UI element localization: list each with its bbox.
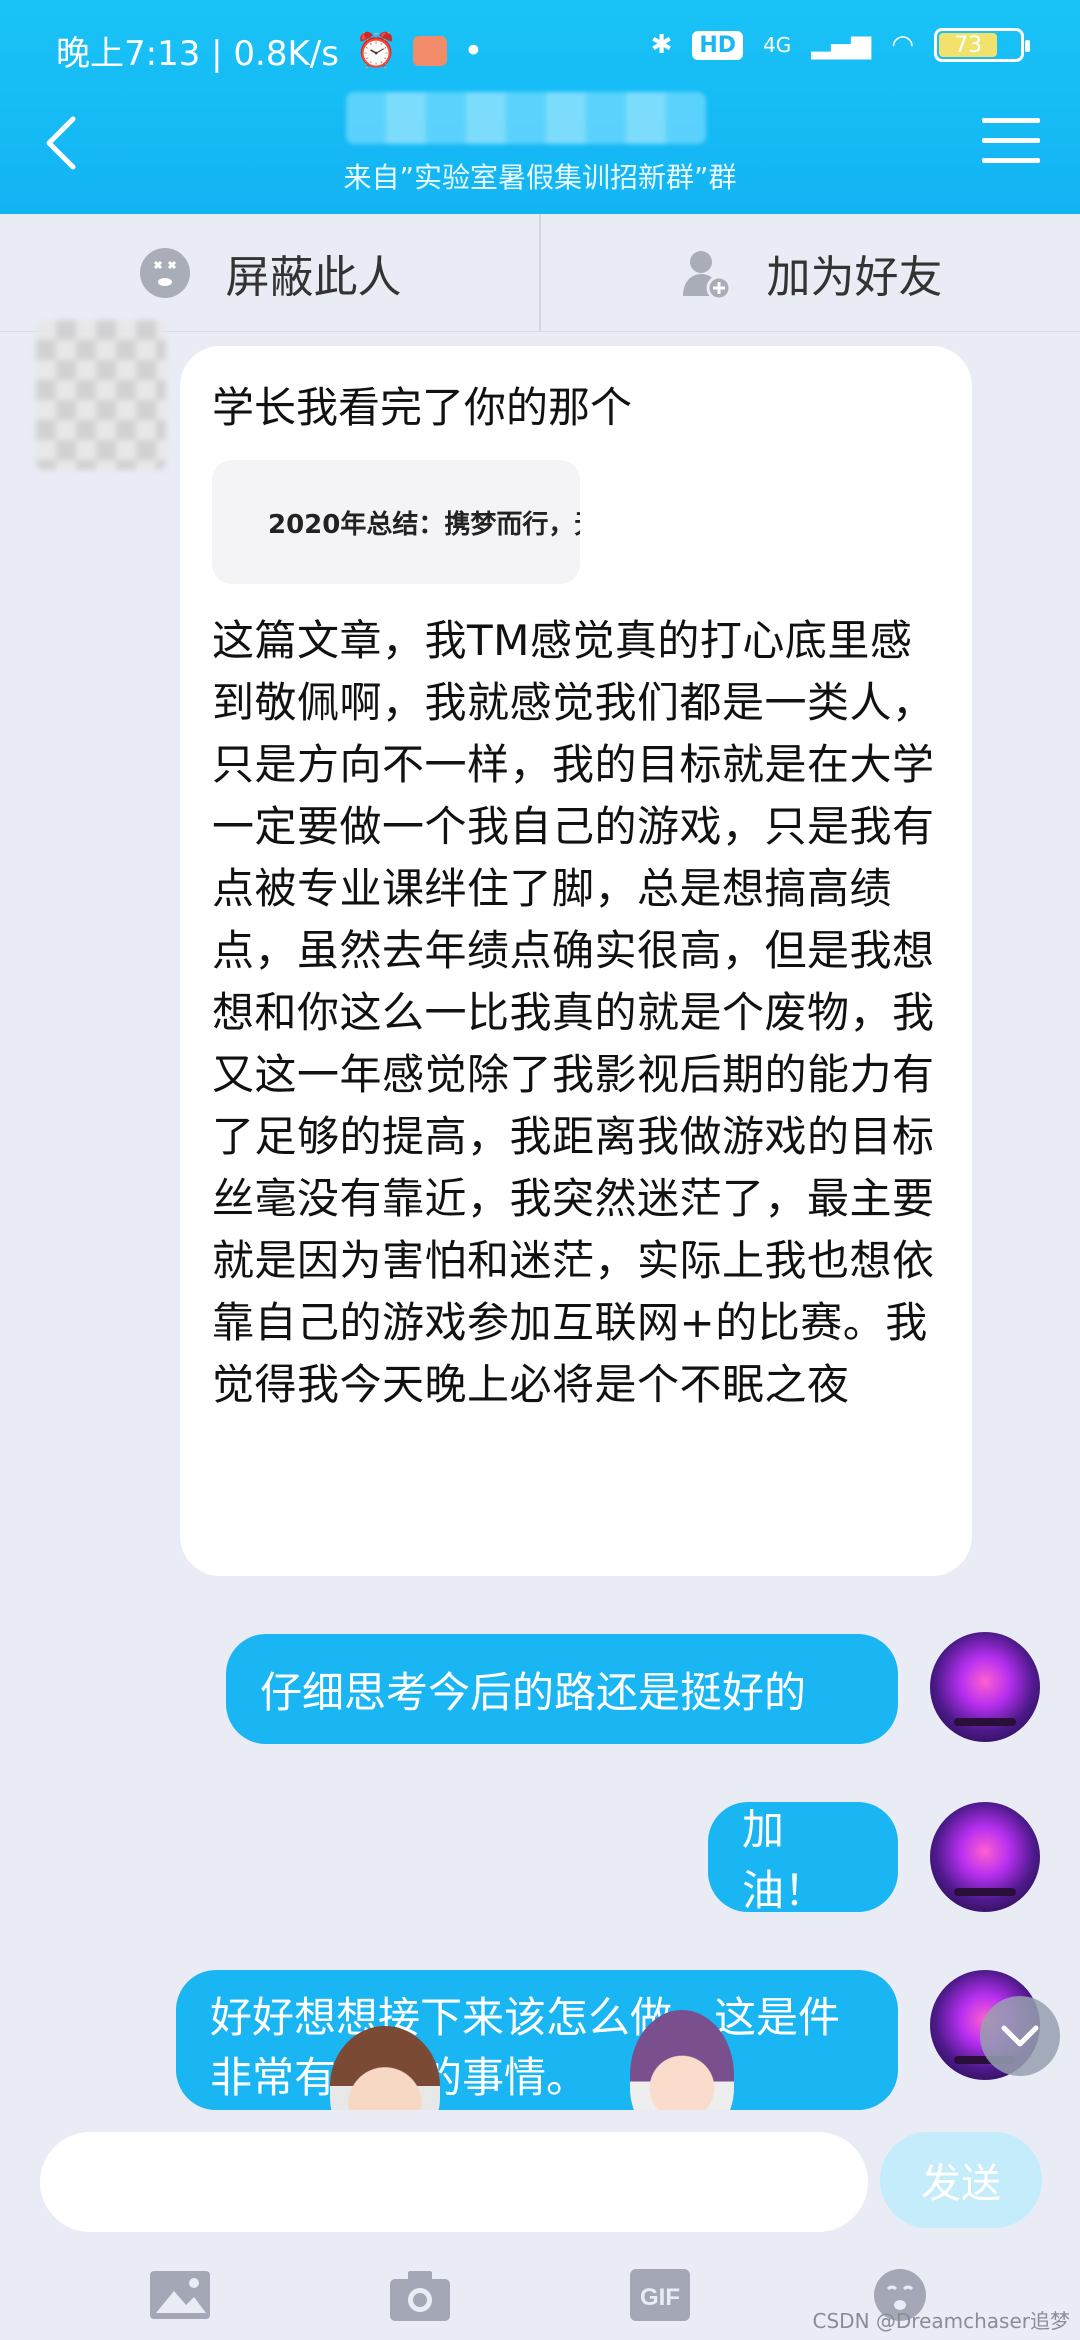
gif-icon: GIF [630, 2269, 690, 2321]
svg-text:GIF: GIF [640, 2284, 680, 2311]
received-message-line1: 学长我看完了你的那个 [212, 383, 633, 432]
status-bar-left: 晚上7:13 | 0.8K/s ⏰ • [56, 26, 483, 75]
image-icon [150, 2271, 210, 2319]
received-message-body: 这篇文章，我TM感觉真的打心底里感到敬佩啊，我就感觉我们都是一类人，只是方向不一… [212, 616, 935, 1409]
chat-subtitle: 来自”实验室暑假集训招新群”群 [343, 161, 737, 194]
scroll-down-button[interactable] [980, 1996, 1060, 2076]
send-button[interactable]: 发送 [880, 2132, 1042, 2228]
sent-message-bubble[interactable]: 好好想想接下来该怎么做，这是件非常有意义的事情。 [176, 1970, 898, 2110]
signal-icon: ▂▄▆ [811, 30, 872, 60]
alarm-icon: ⏰ [354, 30, 398, 71]
contact-name-blurred [346, 92, 706, 144]
status-time-speed: 晚上7:13 | 0.8K/s [56, 34, 339, 74]
gif-button[interactable]: GIF [628, 2267, 692, 2323]
received-message-bubble[interactable]: 学长我看完了你的那个 2020年总结：携梦而行，无 这篇文章，我TM感觉真的打心… [180, 346, 972, 1576]
sent-message-text: 好好想想接下来该怎么做，这是件非常有意义的事情。 [210, 1993, 841, 2102]
message-input[interactable] [40, 2132, 868, 2232]
add-friend-icon [682, 250, 731, 300]
my-avatar[interactable] [930, 1802, 1040, 1912]
dot-icon: • [463, 30, 484, 71]
battery-level: 73 [954, 32, 983, 58]
sent-message-text: 加油！ [742, 1805, 827, 1915]
watermark: CSDN @Dreamchaser追梦 [812, 2309, 1070, 2333]
add-friend-button[interactable]: 加为好友 [539, 214, 1080, 331]
wifi-icon: ◠ [891, 30, 914, 60]
image-button[interactable] [148, 2267, 212, 2323]
block-face-icon [139, 247, 190, 298]
my-avatar[interactable] [930, 1632, 1040, 1742]
camera-icon [390, 2271, 450, 2321]
input-area: 发送 GIF CSDN @Dreamchaser追梦 [0, 2110, 1080, 2340]
bluetooth-icon: ✱ [650, 30, 673, 60]
sent-message-bubble[interactable]: 仔细思考今后的路还是挺好的 [226, 1634, 898, 1744]
sent-message-text: 仔细思考今后的路还是挺好的 [260, 1667, 807, 1717]
block-user-label: 屏蔽此人 [225, 251, 402, 303]
menu-button[interactable] [982, 118, 1040, 168]
app-notification-icon [413, 35, 448, 66]
sender-avatar[interactable] [36, 320, 166, 470]
sent-message-bubble[interactable]: 加油！ [708, 1802, 898, 1915]
chevron-down-icon [1001, 2025, 1039, 2047]
status-bar-right: ✱ HD 4G ▂▄▆ ◠ 73 [650, 28, 1030, 62]
block-user-button[interactable]: 屏蔽此人 [0, 214, 539, 331]
network-label: 4G [763, 33, 792, 57]
camera-button[interactable] [388, 2267, 452, 2323]
action-bar: 屏蔽此人 加为好友 [0, 214, 1080, 332]
battery-icon: 73 [934, 28, 1030, 62]
add-friend-label: 加为好友 [766, 251, 943, 303]
hd-badge: HD [692, 30, 744, 60]
quoted-article-title: 2020年总结：携梦而行，无 [268, 509, 580, 540]
quoted-article-card[interactable]: 2020年总结：携梦而行，无 [212, 460, 580, 584]
chat-header: 晚上7:13 | 0.8K/s ⏰ • ✱ HD 4G ▂▄▆ ◠ 73 来自”… [0, 0, 1080, 214]
